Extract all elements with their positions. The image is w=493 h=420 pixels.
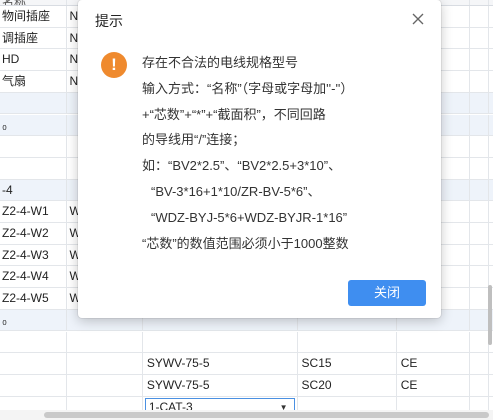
- table-cell[interactable]: SYWV-75-5: [143, 374, 298, 396]
- message-line: 如：“BV2*2.5”、“BV2*2.5+3*10”、: [142, 158, 342, 174]
- table-cell[interactable]: [298, 331, 397, 353]
- message-line: “芯数”的数值范围必须小于1000整数: [142, 235, 349, 251]
- table-cell[interactable]: CE: [397, 353, 471, 374]
- column-header[interactable]: 名称: [0, 0, 68, 5]
- vertical-scrollbar-track[interactable]: [487, 0, 493, 410]
- table-cell[interactable]: [0, 136, 68, 157]
- table-cell[interactable]: [0, 157, 68, 179]
- message-line: +“芯数”+“*”+“截面积”，不同回路: [142, 106, 326, 122]
- dialog-message: 存在不合法的电线规格型号 输入方式：“名称”（字母或字母加''-''） +“芯数…: [142, 50, 434, 256]
- table-cell[interactable]: [143, 331, 298, 353]
- table-cell[interactable]: Z2-4-W5: [0, 288, 68, 309]
- message-line: 存在不合法的电线规格型号: [142, 55, 299, 70]
- table-cell[interactable]: 气扇: [0, 71, 68, 92]
- table-cell[interactable]: ₀: [0, 309, 68, 331]
- message-line: “WDZ-BYJ-5*6+WDZ-BYJR-1*16”: [151, 209, 348, 225]
- horizontal-scrollbar-thumb[interactable]: [44, 412, 489, 418]
- table-cell[interactable]: Z2-4-W1: [0, 201, 68, 222]
- table-cell[interactable]: [67, 353, 143, 374]
- table-cell[interactable]: 调插座: [0, 27, 68, 49]
- close-button[interactable]: 关闭: [348, 280, 426, 306]
- close-x-icon[interactable]: [408, 9, 428, 29]
- message-line: “BV-3*16+1*10/ZR-BV-5*6”、: [151, 183, 321, 199]
- table-cell[interactable]: Z2-4-W4: [0, 266, 68, 288]
- table-cell[interactable]: Z2-4-W3: [0, 244, 68, 266]
- table-row[interactable]: SYWV-75-5SC15CE电: [0, 353, 493, 375]
- table-cell[interactable]: [67, 374, 143, 396]
- table-cell[interactable]: -4: [0, 179, 68, 201]
- table-cell[interactable]: [0, 353, 68, 374]
- dialog-title: 提示: [95, 13, 123, 29]
- table-cell[interactable]: SYWV-75-5: [143, 353, 298, 374]
- message-line: 输入方式：“名称”（字母或字母加''-''）: [142, 80, 354, 96]
- warning-icon: !: [101, 52, 127, 78]
- table-cell[interactable]: [0, 331, 68, 353]
- message-line: 的导线用“/”连接；: [142, 132, 246, 148]
- alert-dialog: 提示 ! 存在不合法的电线规格型号 输入方式：“名称”（字母或字母加''-''）…: [78, 0, 441, 318]
- table-cell[interactable]: Z2-4-W2: [0, 223, 68, 244]
- table-row[interactable]: SYWV-75-5SC20CE电: [0, 374, 493, 397]
- table-cell[interactable]: [397, 331, 471, 353]
- table-cell[interactable]: [0, 92, 68, 114]
- table-cell[interactable]: ₀: [0, 114, 68, 136]
- table-cell[interactable]: HD: [0, 49, 68, 71]
- table-cell[interactable]: SC20: [298, 374, 397, 396]
- table-row[interactable]: [0, 331, 493, 354]
- table-cell[interactable]: [67, 331, 143, 353]
- vertical-scrollbar-thumb[interactable]: [488, 285, 492, 345]
- table-cell[interactable]: SC15: [298, 353, 397, 374]
- table-cell[interactable]: CE: [397, 374, 471, 396]
- table-cell[interactable]: 物间插座: [0, 6, 68, 27]
- table-cell[interactable]: [0, 374, 68, 396]
